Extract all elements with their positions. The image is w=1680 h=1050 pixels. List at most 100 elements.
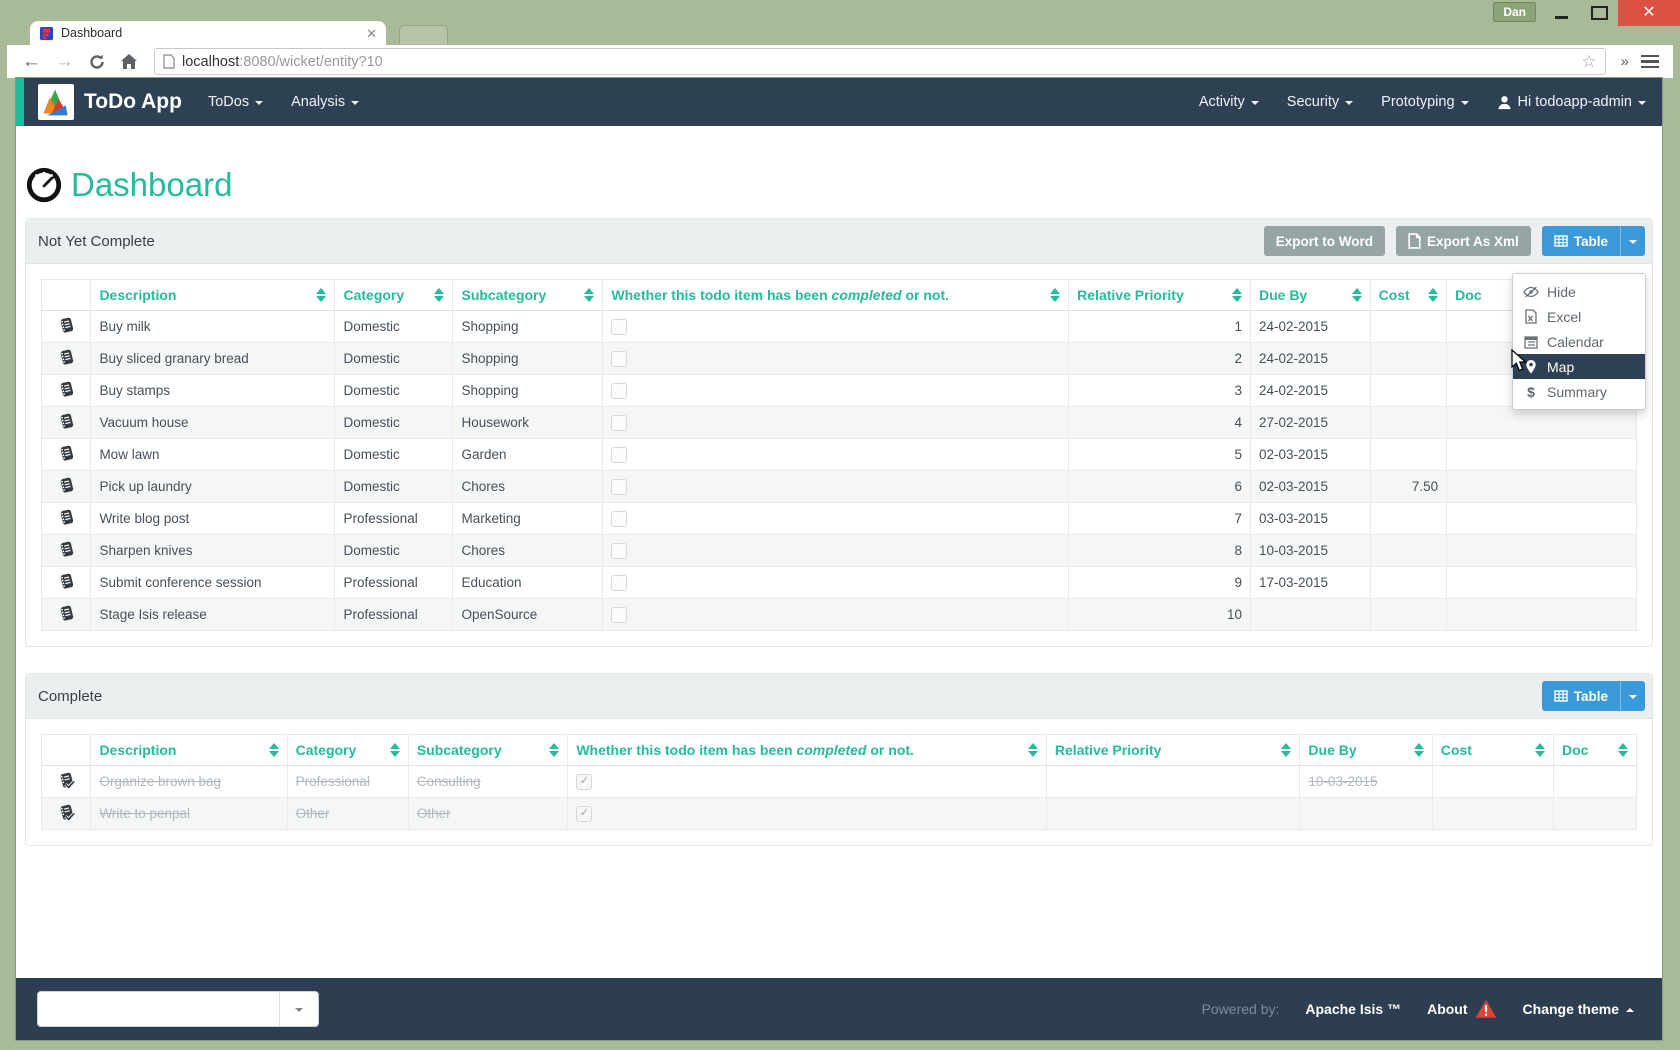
col-header-cost[interactable]: Cost	[1432, 735, 1553, 766]
view-dropdown-toggle[interactable]	[1620, 226, 1645, 256]
cell-icon	[42, 375, 91, 407]
cell-description: Pick up laundry	[91, 471, 335, 503]
cell-description: Mow lawn	[91, 439, 335, 471]
app-brand[interactable]: ToDo App	[84, 90, 182, 114]
col-header-priority[interactable]: Relative Priority	[1069, 280, 1251, 311]
dashboard-gauge-icon	[25, 166, 63, 204]
col-header-category[interactable]: Category	[335, 280, 453, 311]
export-as-xml-button[interactable]: Export As Xml	[1396, 226, 1531, 256]
col-header-description[interactable]: Description	[91, 735, 287, 766]
export-to-word-button[interactable]: Export to Word	[1264, 226, 1385, 256]
col-header-category[interactable]: Category	[287, 735, 408, 766]
cell-priority: 4	[1069, 407, 1251, 439]
todo-row[interactable]: Submit conference session Professional E…	[42, 567, 1637, 599]
todo-row[interactable]: Vacuum house Domestic Housework 4 27-02-…	[42, 407, 1637, 439]
todo-row[interactable]: Buy milk Domestic Shopping 1 24-02-2015	[42, 311, 1637, 343]
view-table-button[interactable]: Table	[1542, 681, 1620, 711]
col-header-icon	[42, 280, 91, 311]
url-bar[interactable]: localhost:8080/wicket/entity?10 ☆	[154, 48, 1606, 75]
col-header-cost[interactable]: Cost	[1370, 280, 1447, 311]
menu-item-map[interactable]: Map	[1513, 354, 1645, 379]
nav-item-analysis[interactable]: Analysis	[291, 94, 359, 110]
todo-item-icon	[57, 380, 76, 399]
forward-button[interactable]: →	[55, 52, 74, 71]
excel-icon	[1523, 309, 1539, 324]
completed-checkbox	[611, 511, 627, 527]
menu-item-calendar[interactable]: Calendar	[1513, 329, 1645, 354]
chevron-down-icon	[351, 101, 359, 105]
col-header-subcategory[interactable]: Subcategory	[408, 735, 568, 766]
cell-priority: 10	[1069, 599, 1251, 631]
app-logo[interactable]	[38, 84, 74, 120]
sort-icon	[1020, 743, 1038, 757]
col-header-due[interactable]: Due By	[1300, 735, 1432, 766]
window-maximize-button[interactable]	[1580, 0, 1618, 26]
todo-row[interactable]: Buy stamps Domestic Shopping 3 24-02-201…	[42, 375, 1637, 407]
cell-category: Domestic	[335, 407, 453, 439]
browser-menu-icon[interactable]	[1641, 55, 1659, 69]
col-header-priority[interactable]: Relative Priority	[1046, 735, 1300, 766]
powered-by-label: Powered by:	[1202, 1001, 1280, 1017]
bookmark-star-icon[interactable]: ☆	[1581, 53, 1596, 70]
col-header-doc[interactable]: Doc	[1554, 735, 1637, 766]
completed-checkbox	[611, 607, 627, 623]
view-dropdown-toggle[interactable]	[1620, 681, 1645, 711]
view-table-button[interactable]: Table	[1542, 226, 1620, 256]
todo-row[interactable]: Write to penpal Other Other ✓	[42, 798, 1637, 830]
todo-row[interactable]: Stage Isis release Professional OpenSour…	[42, 599, 1637, 631]
browser-tab[interactable]: Dashboard ✕	[30, 21, 386, 45]
nav-item-todos[interactable]: ToDos	[208, 94, 263, 110]
cell-completed	[603, 311, 1069, 343]
menu-item-hide[interactable]: Hide	[1513, 279, 1645, 304]
new-tab-button[interactable]	[399, 25, 448, 44]
todo-row[interactable]: Mow lawn Domestic Garden 5 02-03-2015	[42, 439, 1637, 471]
cell-due: 02-03-2015	[1250, 439, 1370, 471]
browser-profile-badge[interactable]: Dan	[1493, 2, 1536, 22]
todo-row[interactable]: Write blog post Professional Marketing 7…	[42, 503, 1637, 535]
browser-toolbar: ← → localhost:8080/wicket/entity?10 ☆ »	[7, 45, 1673, 78]
cell-category: Domestic	[335, 311, 453, 343]
tab-close-icon[interactable]: ✕	[366, 27, 377, 40]
nav-item-user-menu[interactable]: Hi todoapp-admin	[1497, 94, 1646, 110]
nav-item-security[interactable]: Security	[1287, 94, 1353, 110]
nav-item-activity[interactable]: Activity	[1199, 94, 1259, 110]
col-header-subcategory[interactable]: Subcategory	[453, 280, 603, 311]
cell-category: Domestic	[335, 343, 453, 375]
cell-doc	[1554, 766, 1637, 798]
col-header-due[interactable]: Due By	[1250, 280, 1370, 311]
col-header-description[interactable]: Description	[91, 280, 335, 311]
col-header-completed[interactable]: Whether this todo item has been complete…	[603, 280, 1069, 311]
about-link[interactable]: About	[1427, 999, 1496, 1019]
todo-row[interactable]: Sharpen knives Domestic Chores 8 10-03-2…	[42, 535, 1637, 567]
window-close-button[interactable]: ✕	[1618, 0, 1680, 26]
browser-window: Dashboard ✕ Dan ✕ ← → localhost:8080/wic…	[0, 0, 1680, 1050]
overflow-chevron-icon[interactable]: »	[1621, 53, 1629, 70]
home-button[interactable]	[120, 53, 138, 70]
footer-select[interactable]	[37, 991, 319, 1027]
chevron-up-icon	[1626, 1008, 1634, 1012]
cell-description: Submit conference session	[91, 567, 335, 599]
nav-item-prototyping[interactable]: Prototyping	[1381, 94, 1468, 110]
cell-cost	[1370, 343, 1447, 375]
cell-priority: 9	[1069, 567, 1251, 599]
cell-category: Professional	[335, 567, 453, 599]
not-yet-complete-table: Description Category Subcategory Whether…	[41, 279, 1637, 631]
footer-select-caret[interactable]	[279, 992, 318, 1026]
change-theme-link[interactable]: Change theme	[1523, 1001, 1634, 1017]
back-button[interactable]: ←	[22, 52, 41, 71]
menu-item-summary[interactable]: $ Summary	[1513, 379, 1645, 404]
cell-priority: 5	[1069, 439, 1251, 471]
todo-row[interactable]: Organize brown bag Professional Consulti…	[42, 766, 1637, 798]
col-header-completed[interactable]: Whether this todo item has been complete…	[568, 735, 1047, 766]
todo-row[interactable]: Pick up laundry Domestic Chores 6 02-03-…	[42, 471, 1637, 503]
menu-item-excel[interactable]: Excel	[1513, 304, 1645, 329]
cell-description: Write blog post	[91, 503, 335, 535]
cell-completed: ✓	[568, 766, 1047, 798]
reload-button[interactable]	[88, 53, 106, 71]
view-dropdown-menu: Hide Excel Calendar Map $	[1512, 273, 1646, 410]
todo-item-icon	[57, 540, 76, 559]
window-minimize-button[interactable]	[1542, 0, 1580, 26]
apache-isis-link[interactable]: Apache Isis ™	[1305, 1001, 1401, 1017]
todo-row[interactable]: Buy sliced granary bread Domestic Shoppi…	[42, 343, 1637, 375]
chevron-down-icon	[1251, 101, 1259, 105]
